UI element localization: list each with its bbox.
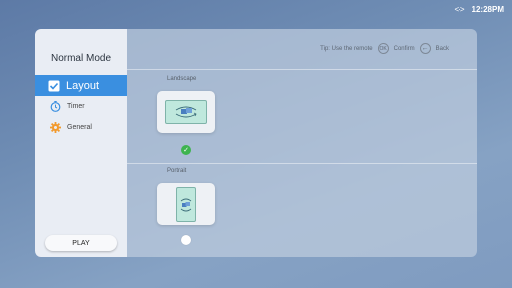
- sidebar-item-general[interactable]: General: [35, 117, 127, 137]
- portrait-label: Portrait: [167, 168, 187, 174]
- divider: [127, 163, 477, 164]
- back-label: Back: [435, 45, 449, 52]
- sidebar-item-label: General: [67, 123, 92, 131]
- sidebar-item-layout[interactable]: Layout: [35, 75, 127, 96]
- gear-icon: [49, 121, 61, 133]
- mode-title: Normal Mode: [50, 53, 112, 64]
- landscape-label: Landscape: [167, 76, 197, 82]
- sidebar-item-label: Layout: [66, 79, 100, 92]
- timer-icon: [49, 100, 61, 112]
- landscape-screen-icon: [165, 100, 207, 124]
- ok-key-icon: OK: [377, 43, 389, 54]
- portrait-option-card[interactable]: [157, 183, 215, 225]
- divider: [127, 69, 477, 70]
- main-panel: Tip: Use the remote OK Confirm ← Back La…: [127, 29, 477, 257]
- play-button[interactable]: PLAY: [45, 235, 117, 251]
- remote-tip: Tip: Use the remote OK Confirm ← Back: [320, 43, 449, 54]
- sidebar-item-label: Timer: [67, 102, 85, 110]
- clock: 12:28PM: [471, 4, 504, 14]
- selected-check-icon: ✓: [181, 145, 191, 155]
- status-bar: <·> 12:28PM: [455, 3, 504, 15]
- confirm-label: Confirm: [393, 45, 415, 52]
- sidebar: Normal Mode Layout Timer General PLAY: [35, 29, 127, 257]
- landscape-option-card[interactable]: [157, 91, 215, 133]
- back-arrow-icon: ←: [419, 43, 431, 54]
- sidebar-item-timer[interactable]: Timer: [35, 96, 127, 116]
- tip-text: Tip: Use the remote: [320, 45, 373, 52]
- network-icon: <·>: [454, 4, 465, 14]
- unselected-radio[interactable]: [181, 235, 191, 245]
- portrait-screen-icon: [176, 187, 196, 222]
- checkbox-icon: [48, 80, 60, 92]
